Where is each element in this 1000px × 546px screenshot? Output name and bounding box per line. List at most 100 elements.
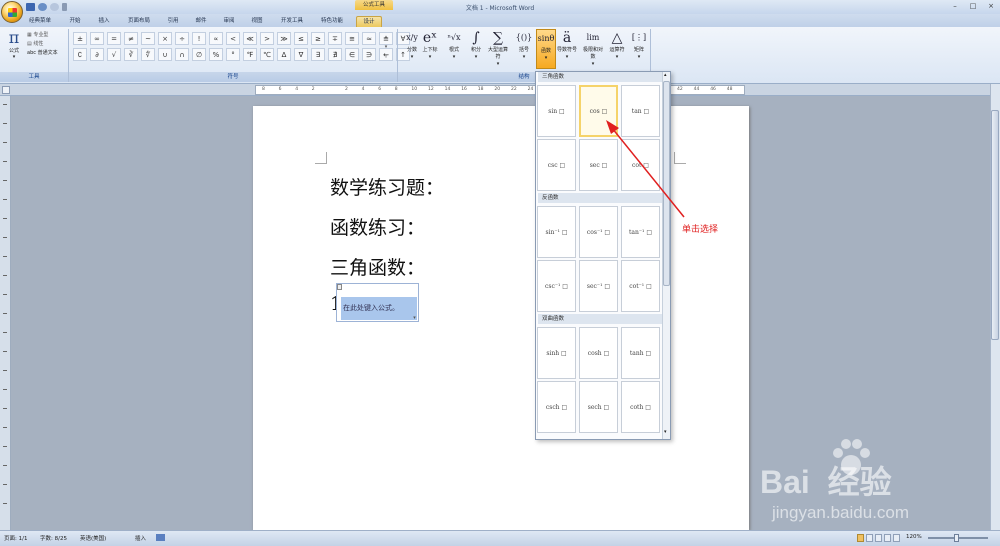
equation-placeholder[interactable]: 在此处键入公式。	[341, 297, 417, 320]
professional-button[interactable]: ▦ 专业型	[27, 31, 58, 40]
function-item[interactable]: tan⁻¹ □	[621, 206, 660, 258]
function-item[interactable]: cos⁻¹ □	[579, 206, 618, 258]
outline-icon[interactable]	[884, 534, 891, 542]
symbol-button[interactable]: ∛	[124, 48, 138, 61]
symbol-button[interactable]: ∄	[328, 48, 342, 61]
tab-3[interactable]: 页面布局	[121, 16, 157, 27]
symbol-button[interactable]: <	[226, 32, 240, 45]
symbol-button[interactable]: ÷	[175, 32, 189, 45]
tab-0[interactable]: 经典菜单	[22, 16, 58, 27]
symbol-button[interactable]: ∪	[158, 48, 172, 61]
tab-7[interactable]: 视图	[246, 16, 268, 27]
symbol-button[interactable]: >	[260, 32, 274, 45]
symbol-button[interactable]: ≈	[362, 32, 376, 45]
equation-handle-icon[interactable]	[337, 284, 342, 290]
doc-line-functions[interactable]: 函数练习：	[330, 213, 425, 240]
bracket-button[interactable]: {()} 括号 ▾	[514, 29, 534, 69]
print-layout-icon[interactable]	[857, 534, 864, 542]
linear-button[interactable]: ▤ 线性	[27, 40, 58, 49]
function-item[interactable]: cot⁻¹ □	[621, 260, 660, 312]
function-item[interactable]: sec⁻¹ □	[579, 260, 618, 312]
limit-log-button[interactable]: lim 极限和对数 ▾	[583, 29, 603, 69]
function-button[interactable]: sinθ 函数 ▾	[536, 29, 556, 69]
function-item[interactable]: cos □	[579, 85, 618, 137]
function-item[interactable]: sin □	[537, 85, 576, 137]
vertical-ruler[interactable]	[0, 96, 11, 530]
symbol-button[interactable]: ≠	[124, 32, 138, 45]
page-count[interactable]: 页面: 1/1	[4, 534, 27, 542]
function-item[interactable]: csch □	[537, 381, 576, 433]
tab-2[interactable]: 插入	[93, 16, 115, 27]
symbol-button[interactable]: ≪	[243, 32, 257, 45]
symbol-button[interactable]: °	[226, 48, 240, 61]
chevron-down-icon[interactable]: ▾	[411, 315, 418, 321]
symbol-button[interactable]: =	[107, 32, 121, 45]
tab-selector-icon[interactable]	[2, 86, 10, 94]
symbol-button[interactable]: ≫	[277, 32, 291, 45]
symbol-button[interactable]: !	[192, 32, 206, 45]
matrix-button[interactable]: [⋮] 矩阵 ▾	[629, 29, 649, 69]
symbol-button[interactable]: ∝	[209, 32, 223, 45]
dropdown-scroll-thumb[interactable]	[663, 81, 670, 286]
function-item[interactable]: sinh □	[537, 327, 576, 379]
function-item[interactable]: cosh □	[579, 327, 618, 379]
symbol-button[interactable]: ∈	[345, 48, 359, 61]
word-count[interactable]: 字数: 8/25	[40, 534, 67, 542]
integral-button[interactable]: ∫ 积分 ▾	[466, 29, 486, 69]
chevron-down-icon[interactable]: ▾	[664, 429, 667, 435]
chevron-up-icon[interactable]: ▴	[382, 32, 390, 42]
close-button[interactable]: ×	[982, 0, 1000, 12]
expand-gallery-icon[interactable]: ▿	[382, 52, 390, 62]
function-item[interactable]: csc⁻¹ □	[537, 260, 576, 312]
radical-button[interactable]: ⁿ√x 根式 ▾	[444, 29, 464, 69]
horizontal-ruler[interactable]: 8642246810121416182022242628303234363840…	[255, 85, 745, 95]
tab-5[interactable]: 邮件	[190, 16, 212, 27]
equation-button[interactable]: π 公式 ▾	[4, 29, 24, 69]
tab-10[interactable]: 设计	[356, 16, 382, 27]
chevron-down-icon[interactable]: ▾	[382, 42, 390, 52]
zoom-slider-thumb[interactable]	[954, 534, 959, 542]
function-item[interactable]: csc □	[537, 139, 576, 191]
function-item[interactable]: sech □	[579, 381, 618, 433]
symbol-button[interactable]: ×	[158, 32, 172, 45]
symbol-button[interactable]: ℉	[243, 48, 257, 61]
tab-9[interactable]: 特色功能	[314, 16, 350, 27]
insert-mode[interactable]: 插入	[135, 534, 146, 542]
symbol-button[interactable]: ∞	[90, 32, 104, 45]
tab-8[interactable]: 开发工具	[274, 16, 310, 27]
function-item[interactable]: tanh □	[621, 327, 660, 379]
minimize-button[interactable]: –	[946, 0, 964, 12]
draft-icon[interactable]	[893, 534, 900, 542]
document-page[interactable]: 数学练习题： 函数练习： 三角函数： 1 在此处键入公式。 ▾	[253, 106, 749, 530]
normal-text-button[interactable]: abc 普通文本	[27, 49, 58, 58]
symbol-button[interactable]: ∜	[141, 48, 155, 61]
accent-button[interactable]: ä 导数符号 ▾	[557, 29, 577, 69]
doc-line-trig[interactable]: 三角函数：	[330, 253, 425, 280]
operator-button[interactable]: △ 运算符 ▾	[607, 29, 627, 69]
large-operator-button[interactable]: ∑ 大型运算符 ▾	[488, 29, 508, 69]
symbol-button[interactable]: ≥	[311, 32, 325, 45]
office-button-icon[interactable]	[1, 1, 23, 23]
doc-line-title[interactable]: 数学练习题：	[330, 173, 444, 200]
symbol-button[interactable]: %	[209, 48, 223, 61]
maximize-button[interactable]: □	[964, 0, 982, 12]
function-item[interactable]: sec □	[579, 139, 618, 191]
function-item[interactable]: sin⁻¹ □	[537, 206, 576, 258]
tab-1[interactable]: 开始	[64, 16, 86, 27]
symbol-button[interactable]: ∁	[73, 48, 87, 61]
language-indicator[interactable]: 英语(美国)	[80, 534, 106, 542]
tab-4[interactable]: 引用	[162, 16, 184, 27]
symbol-button[interactable]: ≤	[294, 32, 308, 45]
symbol-button[interactable]: ∓	[328, 32, 342, 45]
symbol-button[interactable]: ∅	[192, 48, 206, 61]
chevron-up-icon[interactable]: ▴	[664, 72, 667, 78]
function-item[interactable]: cot □	[621, 139, 660, 191]
equation-box[interactable]: 在此处键入公式。 ▾	[336, 283, 419, 322]
full-screen-icon[interactable]	[866, 534, 873, 542]
function-item[interactable]: tan □	[621, 85, 660, 137]
symbol-button[interactable]: ∋	[362, 48, 376, 61]
symbol-button[interactable]: ∃	[311, 48, 325, 61]
symbol-button[interactable]: ∂	[90, 48, 104, 61]
symbol-button[interactable]: ∇	[294, 48, 308, 61]
web-layout-icon[interactable]	[875, 534, 882, 542]
